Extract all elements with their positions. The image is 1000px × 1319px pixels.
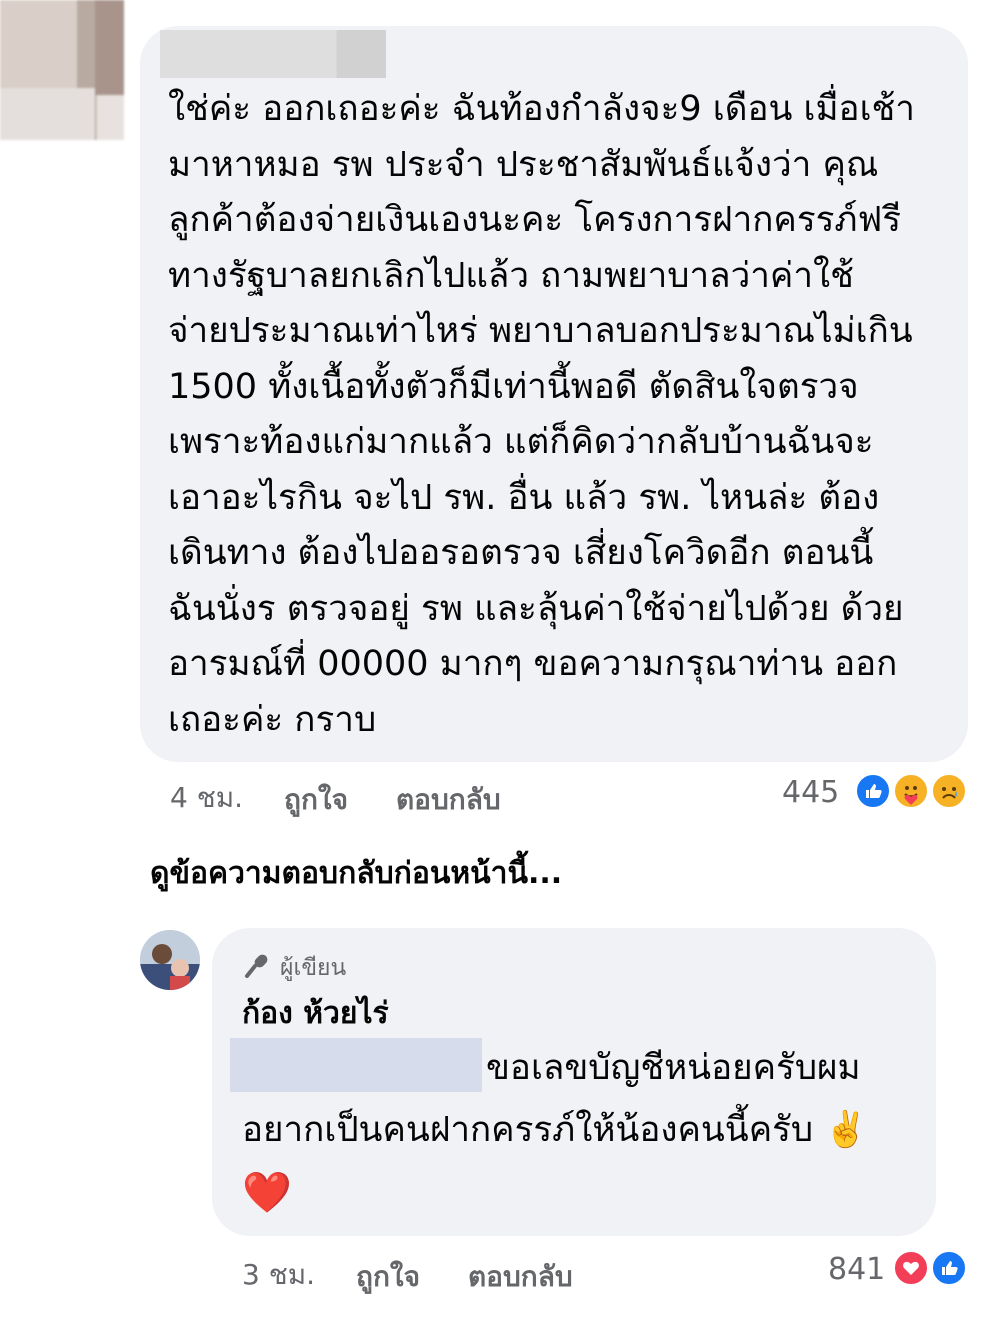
- comment-line: เถอะค่ะ กราบ: [168, 699, 377, 740]
- commenter-avatar[interactable]: [0, 0, 124, 140]
- reply-text-line: ขอเลขบัญชีหน่อยครับผม: [486, 1048, 861, 1088]
- love-icon: [892, 1249, 930, 1287]
- comment-line: มาหาหมอ รพ ประจำ ประชาสัมพันธ์แจ้งว่า คุ…: [168, 144, 879, 185]
- commenter-name-redacted[interactable]: [160, 30, 386, 78]
- comment-line: ลูกค้าต้องจ่ายเงินเองนะคะ โครงการฝากครรภ…: [168, 200, 902, 240]
- microphone-icon: [244, 952, 272, 984]
- comment-text: ใช่ค่ะ ออกเถอะค่ะ ฉันท้องกำลังจะ9 เดือน …: [168, 82, 948, 748]
- red-heart-emoji: ❤️: [242, 1170, 292, 1216]
- comment-line: เพราะท้องแก่มากแล้ว แต่ก็คิดว่ากลับบ้านฉ…: [168, 422, 874, 462]
- mention-redacted[interactable]: [230, 1038, 482, 1092]
- reply-author-avatar[interactable]: [140, 930, 200, 990]
- reply-author-name[interactable]: ก้อง ห้วยไร่: [242, 990, 389, 1037]
- comment-line: เดินทาง ต้องไปออรอตรวจ เสี่ยงโควิดอีก ตอ…: [168, 533, 874, 573]
- comment-line: ฉันนั่งร ตรวจอยู่ รพ และลุ้นค่าใช้จ่ายไป…: [168, 588, 904, 629]
- comment-line: ทางรัฐบาลยกเลิกไปแล้ว ถามพยาบาลว่าค่าใช้: [168, 255, 854, 296]
- reply-timestamp[interactable]: 3 ชม.: [242, 1253, 315, 1297]
- comment-line: ใช่ค่ะ ออกเถอะค่ะ ฉันท้องกำลังจะ9 เดือน …: [168, 89, 915, 129]
- reaction-count[interactable]: 445: [782, 775, 839, 810]
- care-icon: [892, 772, 930, 810]
- sad-icon: [930, 772, 968, 810]
- like-icon: [930, 1249, 968, 1287]
- author-badge: ผู้เขียน: [244, 950, 346, 986]
- reply-reaction-count[interactable]: 841: [828, 1252, 885, 1287]
- comment-line: อารมณ์ที่ 00000 มากๆ ขอความกรุณาท่าน ออก: [168, 644, 898, 684]
- reply-button[interactable]: ตอบกลับ: [396, 778, 501, 822]
- like-button[interactable]: ถูกใจ: [284, 778, 348, 822]
- reply-text-line: อยากเป็นคนฝากครรภ์ให้น้องคนนี้ครับ ✌️: [242, 1110, 868, 1150]
- like-icon: [854, 772, 892, 810]
- comment-line: 1500 ทั้งเนื้อทั้งตัวก็มีเท่านี้พอดี ตัด…: [168, 366, 859, 407]
- reply-reply-button[interactable]: ตอบกลับ: [468, 1255, 573, 1299]
- comment-timestamp[interactable]: 4 ชม.: [170, 776, 243, 820]
- reply-like-button[interactable]: ถูกใจ: [356, 1255, 420, 1299]
- comment-line: เอาอะไรกิน จะไป รพ. อื่น แล้ว รพ. ไหนล่ะ…: [168, 477, 880, 518]
- view-previous-replies-link[interactable]: ดูข้อความตอบกลับก่อนหน้านี้...: [150, 850, 562, 897]
- comment-line: จ่ายประมาณเท่าไหร่ พยาบาลบอกประมาณไม่เกิ…: [168, 311, 913, 351]
- author-badge-label: ผู้เขียน: [280, 955, 347, 981]
